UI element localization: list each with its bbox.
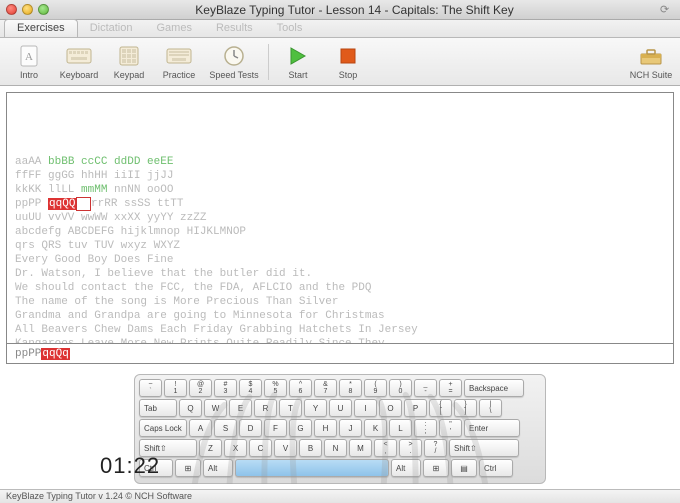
key-c[interactable]: C (249, 439, 272, 457)
key-i[interactable]: I (354, 399, 377, 417)
key--[interactable]: _- (414, 379, 437, 397)
practice-button[interactable]: Practice (156, 41, 202, 83)
key-win-right[interactable]: ⊞ (423, 459, 449, 477)
key-e[interactable]: E (229, 399, 252, 417)
key-ctrl-right[interactable]: Ctrl (479, 459, 513, 477)
reload-icon[interactable]: ⟳ (660, 3, 674, 16)
titlebar: KeyBlaze Typing Tutor - Lesson 14 - Capi… (0, 0, 680, 20)
key-enter[interactable]: Enter (464, 419, 520, 437)
key-9[interactable]: (9 (364, 379, 387, 397)
close-icon[interactable] (6, 4, 17, 15)
key-shift-right[interactable]: Shift ⇧ (449, 439, 519, 457)
status-bar: KeyBlaze Typing Tutor v 1.24 © NCH Softw… (0, 489, 680, 503)
key-menu[interactable]: ▤ (451, 459, 477, 477)
zoom-icon[interactable] (38, 4, 49, 15)
key-space[interactable] (235, 459, 389, 477)
key-b[interactable]: B (299, 439, 322, 457)
key-s[interactable]: S (214, 419, 237, 437)
key-capslock[interactable]: Caps Lock (139, 419, 187, 437)
key-7[interactable]: &7 (314, 379, 337, 397)
play-icon (285, 44, 311, 68)
key-6[interactable]: ^6 (289, 379, 312, 397)
key-alt-left[interactable]: Alt (203, 459, 233, 477)
key-u[interactable]: U (329, 399, 352, 417)
minimize-icon[interactable] (22, 4, 33, 15)
key-4[interactable]: $4 (239, 379, 262, 397)
tab-results[interactable]: Results (204, 20, 265, 37)
keypad-button[interactable]: Keypad (106, 41, 152, 83)
key-5[interactable]: %5 (264, 379, 287, 397)
keyboard-icon (66, 44, 92, 68)
key-;[interactable]: :; (414, 419, 437, 437)
virtual-keyboard: ~`!1@2#3$4%5^6&7*8(9)0_-+=Backspace TabQ… (134, 374, 546, 484)
key-g[interactable]: G (289, 419, 312, 437)
toolbox-icon (638, 44, 664, 68)
key-\[interactable]: |\ (479, 399, 502, 417)
key-8[interactable]: *8 (339, 379, 362, 397)
key-0[interactable]: )0 (389, 379, 412, 397)
tab-tools[interactable]: Tools (265, 20, 315, 37)
key-2[interactable]: @2 (189, 379, 212, 397)
keyboard-button[interactable]: Keyboard (56, 41, 102, 83)
key-n[interactable]: N (324, 439, 347, 457)
error-span: qqQQ (48, 198, 76, 210)
stop-button[interactable]: Stop (325, 41, 371, 83)
key-d[interactable]: D (239, 419, 262, 437)
key-q[interactable]: Q (179, 399, 202, 417)
key-j[interactable]: J (339, 419, 362, 437)
key-1[interactable]: !1 (164, 379, 187, 397)
key-f[interactable]: F (264, 419, 287, 437)
key-x[interactable]: X (224, 439, 247, 457)
key-l[interactable]: L (389, 419, 412, 437)
tab-games[interactable]: Games (144, 20, 203, 37)
tab-exercises[interactable]: Exercises (4, 19, 78, 37)
lesson-area: aaAA bbBB ccCC ddDD eeEE ffFF ggGG hhHH … (0, 86, 680, 370)
key-'[interactable]: "' (439, 419, 462, 437)
window-controls (6, 4, 49, 15)
key-y[interactable]: Y (304, 399, 327, 417)
start-button[interactable]: Start (275, 41, 321, 83)
practice-icon (166, 44, 192, 68)
stop-icon (335, 44, 361, 68)
key-o[interactable]: O (379, 399, 402, 417)
key-r[interactable]: R (254, 399, 277, 417)
nch-suite-button[interactable]: NCH Suite (628, 41, 674, 83)
tab-bar: Exercises Dictation Games Results Tools (0, 20, 680, 38)
cursor (76, 197, 91, 211)
lesson-text-pane: aaAA bbBB ccCC ddDD eeEE ffFF ggGG hhHH … (6, 92, 674, 344)
typing-input[interactable]: ppPP qqQq (6, 344, 674, 364)
tab-dictation[interactable]: Dictation (78, 20, 145, 37)
key-p[interactable]: P (404, 399, 427, 417)
timer-display: 01:22 (100, 453, 160, 479)
clock-icon (221, 44, 247, 68)
key-m[interactable]: M (349, 439, 372, 457)
key-tab[interactable]: Tab (139, 399, 177, 417)
key-[[interactable]: {[ (429, 399, 452, 417)
document-icon: A (16, 44, 42, 68)
window-title: KeyBlaze Typing Tutor - Lesson 14 - Capi… (49, 3, 660, 17)
intro-button[interactable]: A Intro (6, 41, 52, 83)
key-a[interactable]: A (189, 419, 212, 437)
key-w[interactable]: W (204, 399, 227, 417)
key-`[interactable]: ~` (139, 379, 162, 397)
speed-tests-button[interactable]: Speed Tests (206, 41, 262, 83)
key-.[interactable]: >. (399, 439, 422, 457)
key-h[interactable]: H (314, 419, 337, 437)
key-k[interactable]: K (364, 419, 387, 437)
key-][interactable]: }] (454, 399, 477, 417)
key-3[interactable]: #3 (214, 379, 237, 397)
keypad-icon (116, 44, 142, 68)
key-alt-right[interactable]: Alt (391, 459, 421, 477)
key-backspace[interactable]: Backspace (464, 379, 524, 397)
separator (268, 44, 269, 80)
key-/[interactable]: ?/ (424, 439, 447, 457)
toolbar: A Intro Keyboard Keypad Practice Speed T… (0, 38, 680, 86)
key-t[interactable]: T (279, 399, 302, 417)
key-z[interactable]: Z (199, 439, 222, 457)
svg-text:A: A (25, 51, 33, 63)
key-,[interactable]: <, (374, 439, 397, 457)
key-v[interactable]: V (274, 439, 297, 457)
key-win-left[interactable]: ⊞ (175, 459, 201, 477)
key-=[interactable]: += (439, 379, 462, 397)
